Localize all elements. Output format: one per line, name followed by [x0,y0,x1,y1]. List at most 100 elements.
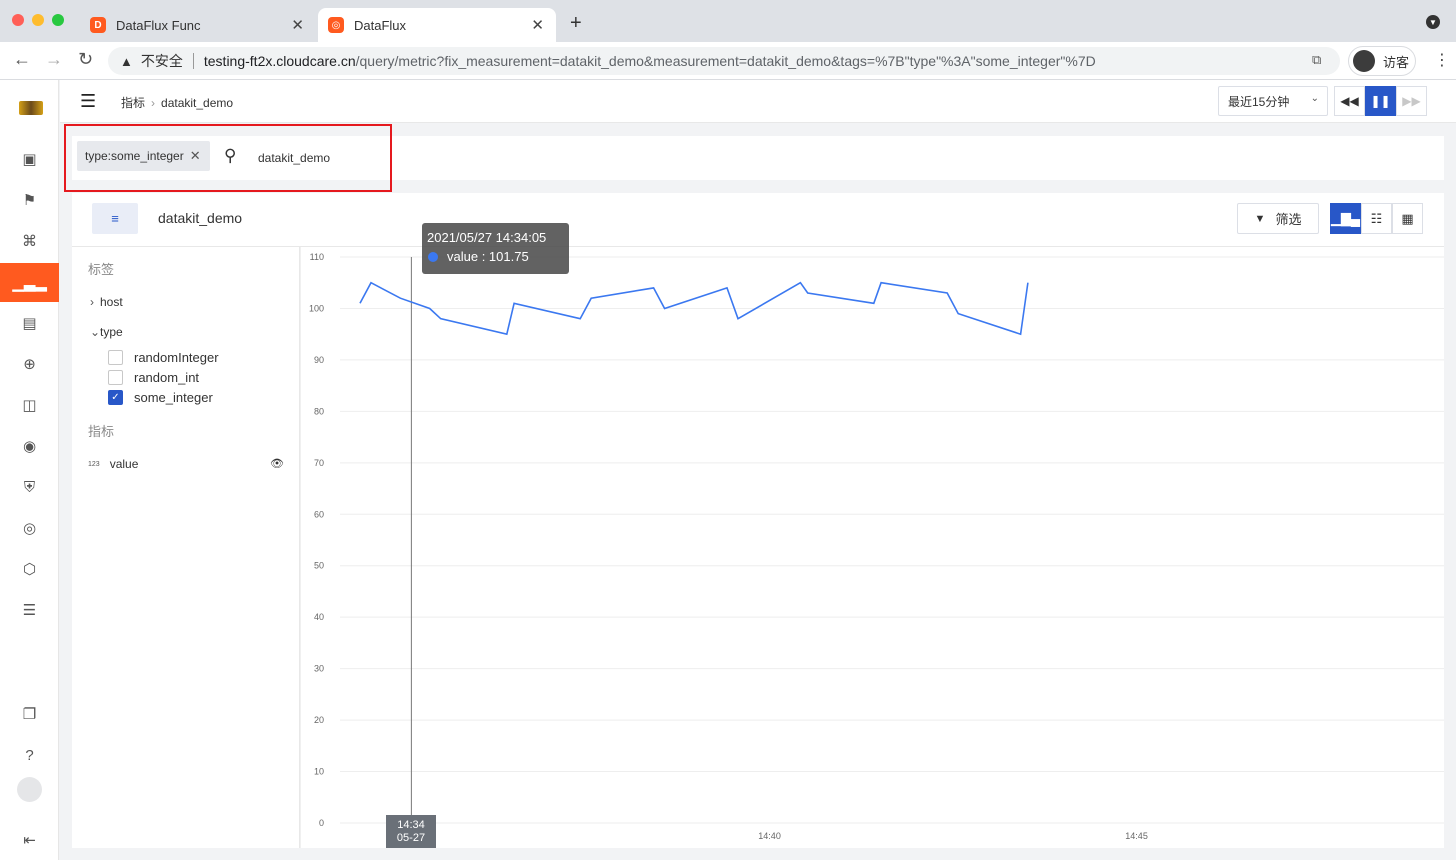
copy-icon[interactable]: ❐ [0,695,59,733]
metrics-section-title: 指标 [88,424,115,439]
metric-panel: ≡ datakit_demo ▼ 筛选 ▁▇▄ ☷ ▦ 标签 › host ⌄ty… [72,193,1444,848]
funnel-icon: ▼ [1254,212,1266,225]
metric-chart[interactable]: 010203040506070809010011014:3514:4014:45 [300,247,1444,848]
tag-panel: 标签 › host ⌄type randomInteger random_int … [72,247,300,848]
tooltip-series: value [447,249,479,264]
insecure-label: 不安全 [140,53,183,69]
toggle-tag-panel-icon[interactable]: ≡ [92,203,138,234]
metric-item-value[interactable]: 123 value 👁 [88,457,284,471]
tag-value-randominteger[interactable]: randomInteger [108,349,219,365]
checkbox[interactable] [108,369,123,385]
x-tick-label: 14:45 [1125,831,1148,841]
y-tick-label: 100 [309,303,324,313]
rewind-button[interactable]: ◀◀ [1334,86,1365,116]
dataflux-func-favicon-icon: D [90,17,106,33]
line-chart-svg[interactable]: 010203040506070809010011014:3514:4014:45 [300,247,1444,848]
tab-dataflux-func[interactable]: D DataFlux Func ✕ [80,8,316,42]
collapse-sidebar-icon[interactable]: ⇤ [0,821,59,859]
tag-value-random-int[interactable]: random_int [108,369,199,385]
tags-section-title: 标签 [88,262,115,277]
table-view-button[interactable]: ▦ [1392,203,1423,234]
reload-icon[interactable]: ↻ [78,49,93,70]
tag-value-some-integer[interactable]: ✓ some_integer [108,389,213,405]
y-tick-label: 0 [319,818,324,828]
tab-dataflux[interactable]: ◎ DataFlux ✕ [318,8,556,42]
monitor-chart-icon[interactable]: ◫ [0,386,59,424]
shield-icon[interactable]: ⛨ [0,468,59,506]
eye-icon[interactable]: 👁 [270,457,284,470]
tag-group-host[interactable]: › host [90,295,123,309]
warning-icon[interactable]: ▲ [120,54,133,69]
tab-search-icon[interactable]: ▼ [1426,15,1440,29]
user-avatar[interactable] [17,777,42,802]
profile-label: 访客 [1383,54,1410,70]
sliders-icon[interactable]: ☰ [0,591,59,629]
filter-button[interactable]: ▼ 筛选 [1237,203,1319,234]
close-tab-icon[interactable]: ✕ [531,16,544,34]
broadcast-icon[interactable]: ◉ [0,427,59,465]
translate-icon[interactable]: ⧉ [1312,52,1321,68]
help-icon[interactable]: ? [0,736,59,774]
target-icon[interactable]: ⊕ [0,345,59,383]
y-tick-label: 40 [314,612,324,622]
panel-header: ≡ datakit_demo ▼ 筛选 ▁▇▄ ☷ ▦ [72,193,1444,247]
tooltip-value: 101.75 [488,249,529,264]
metric-name: value [109,457,139,471]
metrics-icon[interactable]: ▁▃▂ [0,263,59,302]
command-icon[interactable]: ⌘ [0,222,59,260]
browser-tab-bar: D DataFlux Func ✕ ◎ DataFlux ✕ + ▼ [0,0,1456,42]
pause-button[interactable]: ❚❚ [1365,86,1396,116]
y-tick-label: 10 [314,767,324,777]
breadcrumb-item: datakit_demo [161,96,234,110]
crosshair-time-label: 14:34 05-27 [386,815,436,848]
x-tick-label: 14:40 [758,831,781,841]
filter-button-label: 筛选 [1275,212,1302,227]
forward-button[interactable]: ▶▶ [1396,86,1427,116]
checkbox[interactable] [108,349,123,365]
cube-icon[interactable]: ⬡ [0,550,59,588]
y-tick-label: 80 [314,406,324,416]
measurement-name: datakit_demo [158,210,243,226]
breadcrumb-item[interactable]: 指标 [121,96,145,110]
minimize-window-icon[interactable] [32,14,44,26]
y-tick-label: 60 [314,509,324,519]
annotation-highlight-box [64,124,392,192]
flag-icon[interactable]: ⚑ [0,181,59,219]
chart-view-button[interactable]: ▁▇▄ [1330,203,1361,234]
radar-icon[interactable]: ◎ [0,509,59,547]
close-tab-icon[interactable]: ✕ [291,16,304,34]
app-sidebar: ▣ ⚑ ⌘ ▁▃▂ ▤ ⊕ ◫ ◉ ⛨ ◎ ⬡ ☰ ❐ ? ⇤ [0,80,59,860]
number-type-icon: 123 [88,461,100,468]
menu-icon[interactable]: ☰ [80,91,96,112]
y-tick-label: 20 [314,715,324,725]
url-host: testing-ft2x.cloudcare.cn [203,53,356,69]
app-header: ☰ 指标 › datakit_demo 最近15分钟 ⌄ ◀◀ ❚❚ ▶▶ [60,80,1456,123]
checkbox-checked[interactable]: ✓ [108,389,123,405]
time-range-select[interactable]: 最近15分钟 ⌄ [1218,86,1328,116]
chevron-right-icon: › [90,295,94,309]
avatar [1353,50,1375,72]
tooltip-time: 2021/05/27 14:34:05 [427,230,547,245]
dataflux-favicon-icon: ◎ [328,17,344,33]
more-icon[interactable]: ⋮ [1434,50,1450,70]
series-dot-icon [428,251,438,262]
forward-icon[interactable]: → [45,49,63,70]
tag-group-type[interactable]: ⌄type [90,325,123,339]
y-tick-label: 90 [314,355,324,365]
maximize-window-icon[interactable] [52,14,64,26]
address-bar: ← → ↻ ▲ 不安全 testing-ft2x.cloudcare.cn/qu… [0,42,1456,80]
url-path: /query/metric?fix_measurement=datakit_de… [355,53,1096,69]
list-view-button[interactable]: ☷ [1361,203,1392,234]
tab-title: DataFlux [354,17,407,33]
app-logo[interactable] [19,101,43,115]
time-range-label: 最近15分钟 [1228,94,1290,109]
url-field[interactable]: ▲ 不安全 testing-ft2x.cloudcare.cn/query/me… [108,47,1340,75]
new-tab-button[interactable]: + [570,12,582,35]
calendar-icon[interactable]: ▤ [0,304,59,342]
close-window-icon[interactable] [12,14,24,26]
chevron-down-icon: ⌄ [90,325,101,339]
dashboard-icon[interactable]: ▣ [0,140,59,178]
back-icon[interactable]: ← [13,49,31,70]
profile-button[interactable]: 访客 [1348,46,1416,76]
chart-tooltip: 2021/05/27 14:34:05 value : 101.75 [422,223,569,274]
